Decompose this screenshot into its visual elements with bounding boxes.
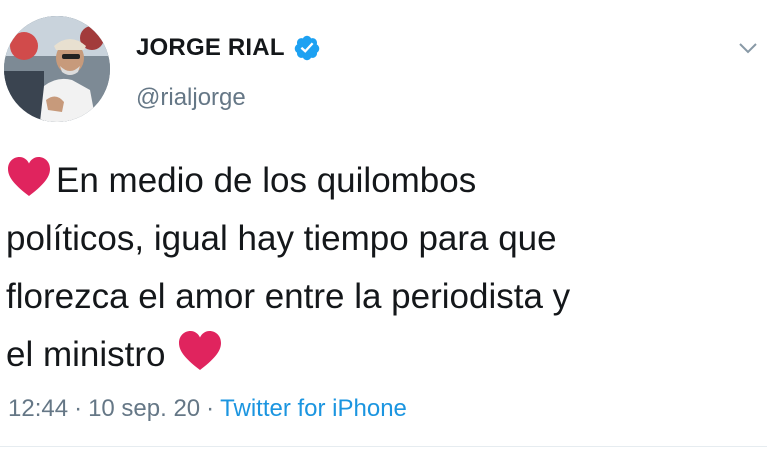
author-row[interactable]: JORGE RIAL [136, 30, 321, 66]
tweet-text: En medio de los quilombos políticos, igu… [6, 152, 746, 384]
verified-badge-icon [294, 35, 319, 61]
profile-photo-icon [4, 16, 110, 122]
tweet-date[interactable]: 10 sep. 20 [88, 395, 200, 422]
tweet-card: JORGE RIAL @rialjorge En medio de los qu… [0, 0, 767, 450]
tweet-text-line-1: En medio de los quilombos [56, 161, 477, 200]
author-handle[interactable]: @rialjorge [136, 84, 246, 112]
chevron-down-icon[interactable] [736, 36, 760, 60]
tweet-meta: 12:44 · 10 sep. 20 · Twitter for iPhone [8, 395, 407, 423]
tweet-text-line-3: florezca el amor entre la periodista y [6, 277, 571, 316]
display-name[interactable]: JORGE RIAL [136, 34, 285, 62]
meta-separator: · [206, 395, 215, 422]
avatar[interactable] [4, 16, 110, 122]
heart-emoji-icon [8, 157, 50, 196]
tweet-text-line-2: políticos, igual hay tiempo para que [6, 219, 557, 258]
heart-emoji-icon [179, 331, 222, 370]
tweet-time[interactable]: 12:44 [8, 395, 68, 422]
meta-separator: · [74, 395, 83, 422]
divider [0, 446, 767, 447]
tweet-text-line: En medio de los quilombos [6, 152, 746, 210]
tweet-text-line-4: el ministro [6, 335, 166, 374]
tweet-text-line: el ministro [6, 326, 746, 384]
tweet-source-link[interactable]: Twitter for iPhone [220, 395, 407, 422]
